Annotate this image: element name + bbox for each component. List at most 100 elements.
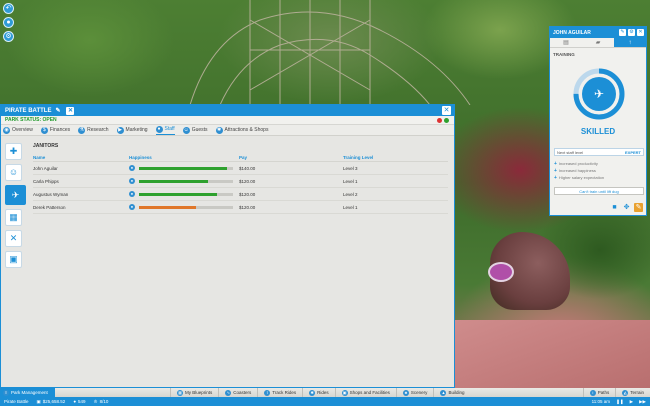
footpath[interactable] — [455, 320, 650, 390]
col-name[interactable]: Name — [33, 155, 129, 160]
hire-staff-icon[interactable]: ✚ — [5, 143, 22, 160]
guests-icon: ☺ — [182, 126, 190, 134]
time-value: 11:05 am — [591, 398, 611, 404]
toolbar-label: Terrain — [630, 390, 644, 395]
table-row[interactable]: Carla Phipps ● $120.00 Level 1 — [33, 175, 448, 188]
rides-button[interactable]: ✱ Rides — [302, 388, 335, 397]
camera-icon[interactable]: ■ — [610, 203, 619, 212]
staff-pay: $120.00 — [239, 178, 256, 184]
briefcase-icon[interactable]: ▰ — [582, 38, 614, 47]
col-training[interactable]: Training Level — [343, 155, 423, 160]
tab-finances[interactable]: $ Finances — [40, 126, 70, 134]
col-happiness[interactable]: Happiness — [129, 155, 239, 160]
tab-guests[interactable]: ☺ Guests — [182, 126, 208, 134]
toolbar-label: Coasters — [233, 390, 252, 395]
locate-pin-icon[interactable]: ● — [129, 204, 135, 210]
panel-title-icons: ✎ ⚙ ✕ — [619, 29, 644, 36]
entertainer-icon[interactable]: ☺ — [5, 164, 22, 181]
janitor-icon[interactable]: ✈ — [5, 185, 26, 205]
undo-icon[interactable]: ↶ — [3, 3, 14, 14]
locate-pin-icon[interactable]: ● — [129, 178, 135, 184]
happiness-cell: ● — [129, 191, 239, 197]
staff-list: JANITORS Name Happiness Pay Training Lev… — [33, 143, 448, 214]
path-icon: ↕ — [589, 389, 596, 396]
toolbar-label: My Blueprints — [185, 390, 213, 395]
blueprint-icon: ▦ — [177, 389, 183, 396]
staff-name: John Aguilar — [33, 165, 58, 171]
clipboard-icon[interactable]: ▤ — [550, 38, 582, 47]
scenery-button[interactable]: ♣ Scenery — [395, 388, 434, 397]
megaphone-icon: ▶ — [116, 126, 124, 134]
benefit-text: Higher salary expectation — [558, 175, 605, 180]
move-icon[interactable]: ✥ — [622, 203, 631, 212]
rating-value: 8/10 — [99, 399, 109, 404]
toolbar-label: Shops and Facilities — [349, 390, 390, 395]
fire-icon[interactable]: ✎ — [634, 203, 643, 212]
track-rides-button[interactable]: ⌇ Track Rides — [257, 388, 302, 397]
tab-marketing[interactable]: ▶ Marketing — [116, 126, 148, 134]
guests-value: 549 — [78, 399, 86, 404]
tab-overview[interactable]: ◉ Overview — [3, 126, 33, 134]
tab-staff[interactable]: ● Staff — [155, 125, 175, 135]
park-management-button[interactable]: ≡ Park Management — [0, 388, 55, 397]
person-icon[interactable]: ● — [3, 17, 14, 28]
close-park-dot[interactable] — [437, 118, 442, 123]
staff-training: Level 3 — [343, 165, 358, 171]
security-icon[interactable]: ▣ — [5, 251, 22, 268]
guests-status[interactable]: ● 549 — [69, 399, 89, 404]
attractions-icon: ✱ — [215, 126, 223, 134]
tab-attractions-shops[interactable]: ✱ Attractions & Shops — [215, 126, 268, 134]
coasters-button[interactable]: ∿ Coasters — [218, 388, 257, 397]
training-arrow-icon[interactable]: ↑ — [614, 38, 646, 47]
park-name: PIRATE BATTLE — [5, 107, 52, 114]
money-status[interactable]: ▣ $25,658.52 — [33, 399, 70, 405]
fast-forward-icon[interactable]: ▶▶ — [639, 399, 646, 405]
table-row[interactable]: Derek Patterson ● $120.00 Level 1 — [33, 201, 448, 214]
mechanic-icon[interactable]: ✕ — [5, 230, 22, 247]
table-row[interactable]: John Aguilar ● $140.00 Level 3 — [33, 162, 448, 175]
locate-pin-icon[interactable]: ● — [129, 191, 135, 197]
my-blueprints-button[interactable]: ▦ My Blueprints — [170, 388, 218, 397]
clear-icon[interactable]: ✕ — [66, 106, 75, 115]
top-left-icons: ↶ ● ⚙ — [3, 3, 14, 42]
money-icon: ▣ — [36, 398, 41, 404]
settings-icon[interactable]: ⚙ — [3, 31, 14, 42]
tab-label: Guests — [191, 127, 208, 133]
gear-icon[interactable]: ⚙ — [628, 29, 635, 36]
staff-type-rail: ✚ ☺ ✈ ▦ ✕ ▣ — [5, 143, 26, 268]
pencil-icon[interactable]: ✎ — [619, 29, 626, 36]
shop-sign — [488, 262, 514, 282]
rename-pencil-icon[interactable]: ✎ — [55, 107, 60, 114]
benefit-item: + Increased productivity — [554, 160, 644, 167]
benefit-item: + Higher salary expectation — [554, 174, 644, 181]
happiness-bar — [139, 179, 233, 183]
building-button[interactable]: ▲ Building — [433, 388, 470, 397]
close-icon[interactable]: ✕ — [637, 29, 644, 36]
table-row[interactable]: Augustus Wyman ● $120.00 Level 2 — [33, 188, 448, 201]
play-icon[interactable]: ▶ — [630, 399, 633, 405]
col-pay[interactable]: Pay — [239, 155, 343, 160]
terrain-button[interactable]: ◭ Terrain — [615, 388, 650, 397]
guests-icon: ● — [73, 399, 77, 404]
staff-pay: $120.00 — [239, 204, 256, 210]
locate-pin-icon[interactable]: ● — [129, 165, 135, 171]
shops-facilities-button[interactable]: ▣ Shops and Facilities — [334, 388, 396, 397]
plus-icon: + — [554, 160, 557, 167]
janitor-broom-icon: ✈ — [594, 87, 604, 101]
training-section-title: TRAINING — [553, 52, 575, 57]
staff-training: Level 1 — [343, 178, 358, 184]
close-window-button[interactable]: ✕ — [442, 106, 451, 115]
paths-button[interactable]: ↕ Paths — [582, 388, 616, 397]
happiness-bar — [139, 205, 233, 209]
happiness-cell: ● — [129, 165, 239, 171]
rating-status[interactable]: ♔ 8/10 — [90, 399, 113, 405]
park-name-status[interactable]: Pirate Battle — [0, 399, 33, 404]
open-park-dot[interactable] — [444, 118, 449, 123]
pause-icon[interactable]: ❚❚ — [616, 399, 624, 405]
vendor-icon[interactable]: ▦ — [5, 209, 22, 226]
tab-research[interactable]: ⚗ Research — [78, 126, 109, 134]
toolbar-label: Rides — [317, 390, 329, 395]
park-status: PARK STATUS: OPEN — [1, 116, 454, 125]
train-button-disabled[interactable]: Can't train until lift dug — [554, 187, 644, 195]
status-lights — [437, 118, 449, 123]
